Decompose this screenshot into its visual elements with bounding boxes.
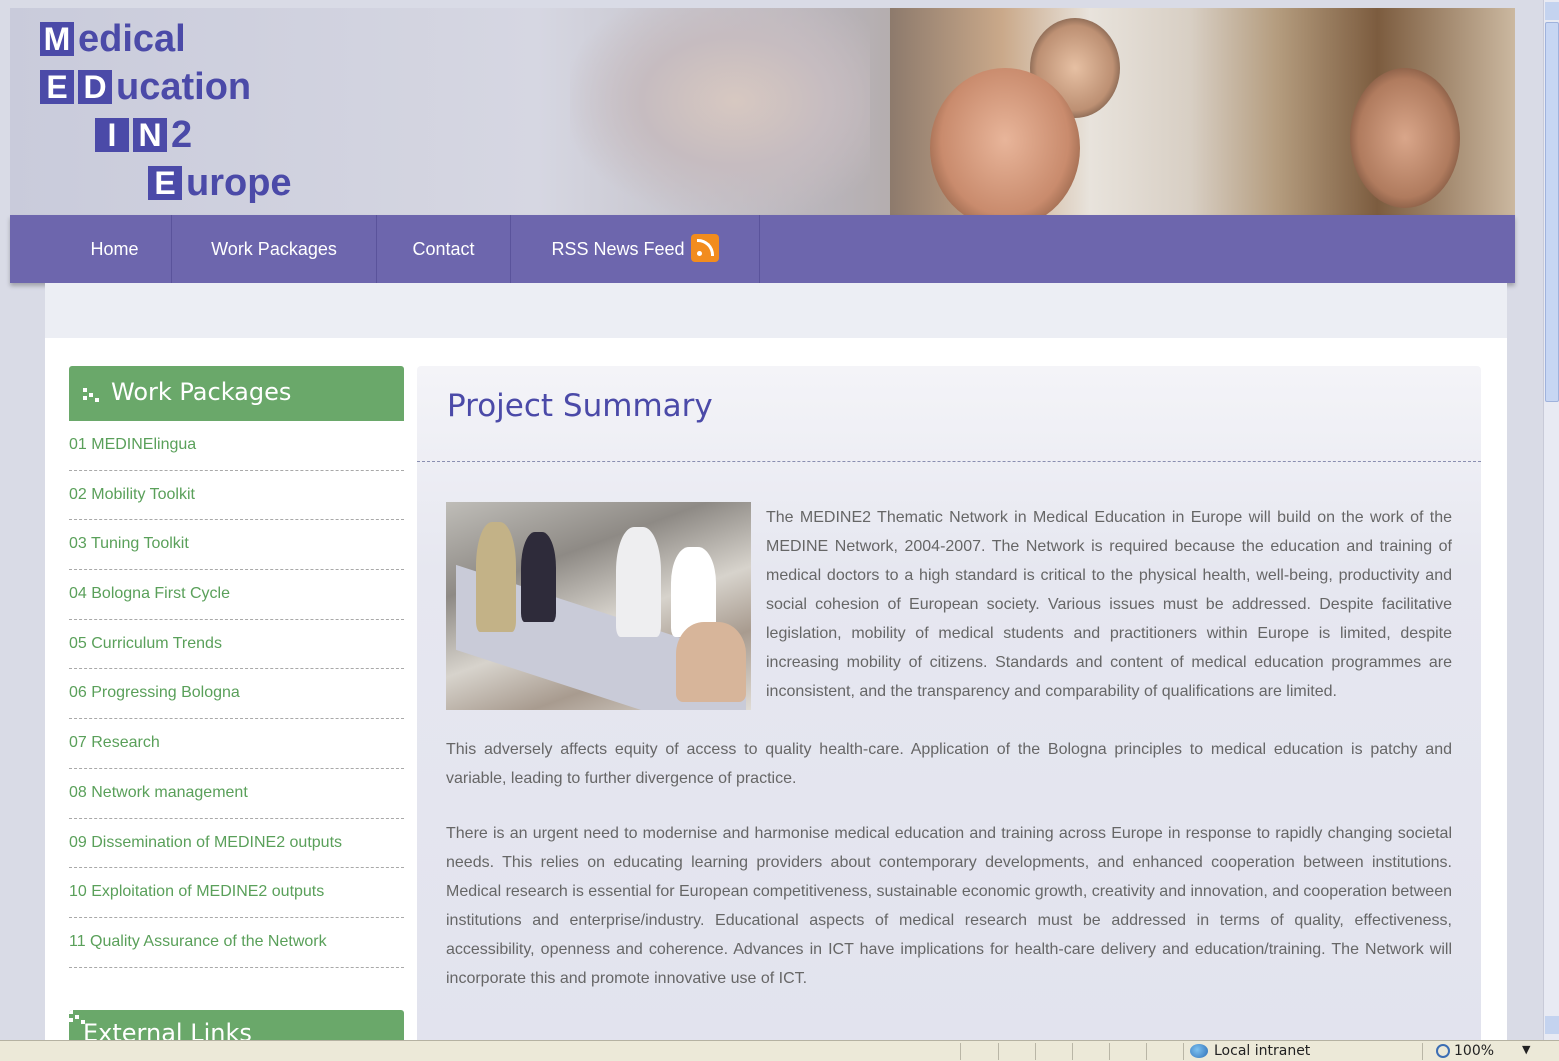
sidebar-item-network-management[interactable]: 08 Network management xyxy=(69,769,404,819)
sidebar-item-research[interactable]: 07 Research xyxy=(69,719,404,769)
logo-text: edical xyxy=(78,18,186,60)
status-separator xyxy=(1183,1043,1184,1060)
zone-label: Local intranet xyxy=(1214,1043,1311,1059)
logo-letter-box: E xyxy=(148,166,182,200)
sidebar-item-dissemination[interactable]: 09 Dissemination of MEDINE2 outputs xyxy=(69,819,404,869)
sidebar-title: Work Packages xyxy=(111,378,292,406)
image-person xyxy=(476,522,516,632)
sidebar-item-tuning-toolkit[interactable]: 03 Tuning Toolkit xyxy=(69,520,404,571)
status-separator xyxy=(1035,1043,1036,1060)
banner-photo-person xyxy=(1350,68,1460,208)
nav-contact[interactable]: Contact xyxy=(377,215,511,283)
sidebar-item-quality-assurance[interactable]: 11 Quality Assurance of the Network xyxy=(69,918,404,968)
scroll-thumb[interactable] xyxy=(1545,22,1559,402)
nav-label: Contact xyxy=(412,239,475,259)
logo-text: urope xyxy=(186,162,292,204)
logo-letter-box: E xyxy=(40,70,74,104)
sidebar-heading-work-packages: Work Packages xyxy=(69,366,404,421)
nav-work-packages[interactable]: Work Packages xyxy=(172,215,377,283)
sidebar-item-medinelingua[interactable]: 01 MEDINElingua xyxy=(69,421,404,471)
logo-letter-box: N xyxy=(133,118,167,152)
zoom-level[interactable]: 100% xyxy=(1436,1043,1494,1059)
image-person xyxy=(676,622,746,702)
banner-photo-faint xyxy=(570,8,870,215)
summary-paragraph-1: The MEDINE2 Thematic Network in Medical … xyxy=(766,509,1452,700)
nav-label: Home xyxy=(90,239,139,259)
nav-home[interactable]: Home xyxy=(58,215,172,283)
sidebar-item-mobility-toolkit[interactable]: 02 Mobility Toolkit xyxy=(69,471,404,521)
logo-text: 2 xyxy=(171,114,193,156)
image-person xyxy=(521,532,556,622)
work-package-list: 01 MEDINElingua 02 Mobility Toolkit 03 T… xyxy=(69,421,404,968)
logo-letter-box: I xyxy=(95,118,129,152)
status-separator xyxy=(1109,1043,1110,1060)
globe-icon xyxy=(1190,1044,1208,1058)
title-divider xyxy=(417,461,1481,462)
status-separator xyxy=(960,1043,961,1060)
zoom-icon xyxy=(1436,1044,1450,1058)
logo-letter-box: M xyxy=(40,22,74,56)
nav-rss-news-feed[interactable]: RSS News Feed xyxy=(511,215,760,283)
image-person xyxy=(616,527,661,637)
logo-letter-box: D xyxy=(78,70,112,104)
logo-text: ucation xyxy=(116,66,252,108)
security-zone[interactable]: Local intranet xyxy=(1190,1043,1310,1059)
page-title: Project Summary xyxy=(447,388,713,424)
nav-label: RSS News Feed xyxy=(551,239,685,259)
main-nav: Home Work Packages Contact RSS News Feed xyxy=(10,215,1515,283)
students-with-patient-image xyxy=(446,502,751,710)
status-bar: Local intranet 100% ▼ xyxy=(0,1040,1559,1061)
zoom-dropdown-chevron-icon[interactable]: ▼ xyxy=(1522,1043,1530,1056)
summary-paragraph-2: There is an urgent need to modernise and… xyxy=(446,825,1452,987)
sidebar-item-progressing-bologna[interactable]: 06 Progressing Bologna xyxy=(69,669,404,720)
status-separator xyxy=(1072,1043,1073,1060)
grip-icon xyxy=(83,388,101,402)
content-top-strip xyxy=(45,283,1507,338)
scroll-up-arrow-icon[interactable] xyxy=(1545,2,1559,20)
vertical-scrollbar[interactable] xyxy=(1543,0,1559,1040)
summary-paragraph-1-cont: This adversely affects equity of access … xyxy=(446,741,1452,787)
scroll-down-arrow-icon[interactable] xyxy=(1545,1016,1559,1034)
nav-label: Work Packages xyxy=(211,239,337,259)
sidebar-item-curriculum-trends[interactable]: 05 Curriculum Trends xyxy=(69,620,404,670)
zoom-label: 100% xyxy=(1454,1043,1495,1059)
status-separator xyxy=(1146,1043,1147,1060)
rss-icon xyxy=(690,234,719,263)
status-separator xyxy=(1422,1043,1423,1060)
sidebar-item-exploitation[interactable]: 10 Exploitation of MEDINE2 outputs xyxy=(69,868,404,918)
status-separator xyxy=(998,1043,999,1060)
sidebar-item-bologna-first-cycle[interactable]: 04 Bologna First Cycle xyxy=(69,570,404,620)
banner-photo-person xyxy=(930,68,1080,215)
